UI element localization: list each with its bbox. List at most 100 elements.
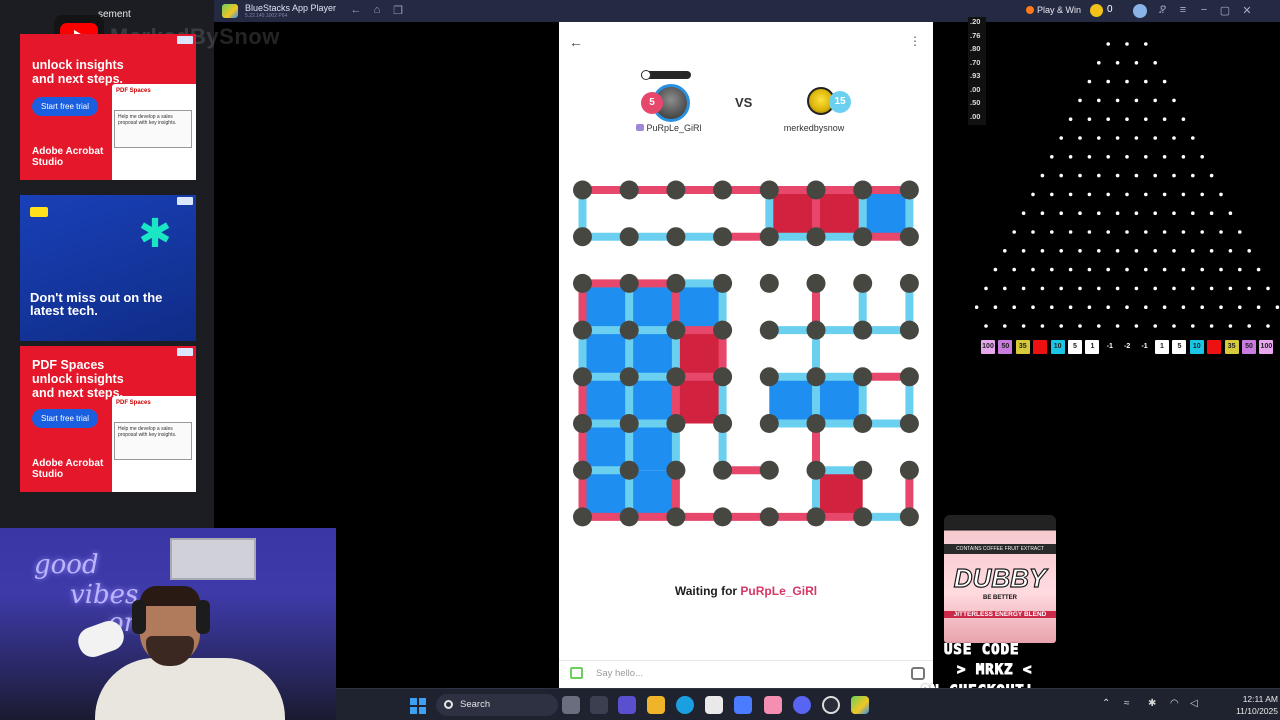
plinko-peg xyxy=(1059,173,1063,178)
wifi-icon[interactable]: ◠ xyxy=(1170,698,1179,709)
plinko-peg xyxy=(1162,79,1167,84)
board-dot xyxy=(759,227,779,247)
plinko-peg xyxy=(1181,155,1186,159)
board-dot xyxy=(666,414,686,433)
plinko-peg xyxy=(1078,286,1082,291)
plinko-peg xyxy=(984,324,988,328)
multi-window-icon[interactable]: ❐ xyxy=(391,4,405,17)
plinko-peg xyxy=(1144,192,1148,197)
plinko-peg xyxy=(1115,249,1120,253)
teams-icon[interactable] xyxy=(618,696,636,714)
ad-mock-title: PDF Spaces xyxy=(116,400,151,406)
play-win-button[interactable]: Play & Win xyxy=(1026,5,1081,15)
board-dot xyxy=(759,507,779,527)
profile-avatar-icon[interactable] xyxy=(1133,4,1147,18)
plinko-peg xyxy=(1144,267,1148,272)
chat-bar: Say hello... xyxy=(559,660,933,688)
copilot-icon[interactable] xyxy=(734,696,752,714)
bluestacks-taskbar-icon[interactable] xyxy=(851,696,869,714)
ad-cta-button[interactable]: Start free trial xyxy=(32,97,99,116)
windows-start-icon[interactable] xyxy=(410,698,426,714)
ad-mock-text: Help me develop a sales proposal with ke… xyxy=(114,422,192,460)
plinko-peg xyxy=(1144,155,1148,159)
plinko-peg xyxy=(1012,230,1016,234)
system-clock[interactable]: 12:11 AM 11/10/2025 xyxy=(1222,693,1278,717)
plinko-peg xyxy=(1087,305,1092,310)
board-dot xyxy=(899,227,919,247)
back-arrow-icon[interactable]: ← xyxy=(569,34,583,50)
plinko-peg xyxy=(1106,230,1110,234)
board-dot xyxy=(806,180,826,200)
plinko-peg xyxy=(1106,192,1110,197)
taskbar-search[interactable]: Search xyxy=(436,694,558,716)
board-dot xyxy=(899,320,919,340)
window-title: BlueStacks App Player xyxy=(245,3,337,13)
home-icon[interactable]: ⌂ xyxy=(370,4,384,16)
task-view-icon[interactable] xyxy=(590,696,608,714)
menu-icon[interactable]: ≡ xyxy=(1176,4,1190,16)
claimed-box xyxy=(582,283,630,331)
board-dot xyxy=(713,227,733,247)
claimed-box xyxy=(675,330,723,377)
claimed-box xyxy=(675,376,723,424)
volume-icon[interactable]: ◁ xyxy=(1190,698,1198,709)
bluetooth-icon[interactable]: ✱ xyxy=(1148,698,1156,709)
plinko-peg xyxy=(1181,117,1186,121)
ad-tech[interactable]: ✱ Don't miss out on the latest tech. xyxy=(20,195,196,341)
board-dot xyxy=(713,460,733,480)
plinko-peg xyxy=(1153,324,1157,328)
board-dot xyxy=(853,367,873,387)
board-dot xyxy=(619,367,639,387)
store-icon[interactable] xyxy=(705,696,723,714)
taskbar-search-label: Search xyxy=(460,699,491,710)
more-options-icon[interactable]: ⋮ xyxy=(909,34,921,48)
ad-cta-button[interactable]: Start free trial xyxy=(32,409,99,428)
board-dot xyxy=(619,320,639,340)
obs-icon[interactable] xyxy=(822,696,840,714)
tray-overflow-icon[interactable]: ⌃ xyxy=(1102,698,1110,709)
maximize-icon[interactable]: ▢ xyxy=(1218,4,1232,17)
edge-browser-icon[interactable] xyxy=(676,696,694,714)
plinko-peg xyxy=(1040,286,1045,291)
plinko-peg xyxy=(1115,136,1120,140)
board-dot xyxy=(806,320,826,340)
ad-brand: Adobe Acrobat Studio xyxy=(32,146,104,168)
dots-and-boxes-app: ← ⋮ 5 PuRpLe_GiRl VS 15 merkedbysnow Wai… xyxy=(559,22,933,688)
ad-sidebar: sement MerkedBySnow unlock insights and … xyxy=(0,0,279,528)
game-board[interactable] xyxy=(559,172,933,532)
bluestacks-titlebar: BlueStacks App Player 5.22.140.1002 P64 … xyxy=(214,0,1280,22)
back-arrow-icon[interactable]: ← xyxy=(349,4,363,16)
board-dot xyxy=(573,180,592,200)
plinko-peg xyxy=(1266,324,1270,328)
help-icon[interactable]: ? xyxy=(1156,4,1170,16)
plinko-peg xyxy=(1172,136,1176,140)
ad-choices-icon[interactable] xyxy=(177,197,193,205)
price-tag-icon xyxy=(30,207,48,217)
ad-choices-icon[interactable] xyxy=(177,36,193,44)
plinko-peg xyxy=(1021,324,1026,328)
sticker-icon[interactable] xyxy=(911,667,925,680)
clock-time: 12:11 AM xyxy=(1242,694,1278,704)
chat-input[interactable]: Say hello... xyxy=(596,668,643,679)
odds-value: .20 xyxy=(968,17,986,31)
streamer-hair xyxy=(140,586,200,606)
network-icon[interactable]: ≈ xyxy=(1124,698,1130,709)
plinko-peg xyxy=(1125,267,1129,272)
plinko-peg xyxy=(1209,286,1214,291)
discord-icon[interactable] xyxy=(793,696,811,714)
plinko-peg xyxy=(1012,305,1016,310)
plinko-peg xyxy=(1144,42,1148,46)
plinko-peg xyxy=(1172,249,1176,253)
photos-icon[interactable] xyxy=(764,696,782,714)
ad-choices-icon[interactable] xyxy=(177,348,193,356)
ad-adobe-1[interactable]: unlock insights and next steps. Start fr… xyxy=(20,34,196,180)
plinko-peg xyxy=(1256,305,1261,310)
people-icon[interactable] xyxy=(562,696,580,714)
close-icon[interactable]: ✕ xyxy=(1240,4,1254,17)
plinko-peg xyxy=(1219,305,1223,310)
minimize-icon[interactable]: − xyxy=(1197,4,1211,16)
plinko-peg xyxy=(1144,305,1148,310)
file-explorer-icon[interactable] xyxy=(647,696,665,714)
ad-adobe-2[interactable]: PDF Spaces unlock insights and next step… xyxy=(20,346,196,492)
plinko-peg xyxy=(1125,79,1129,84)
